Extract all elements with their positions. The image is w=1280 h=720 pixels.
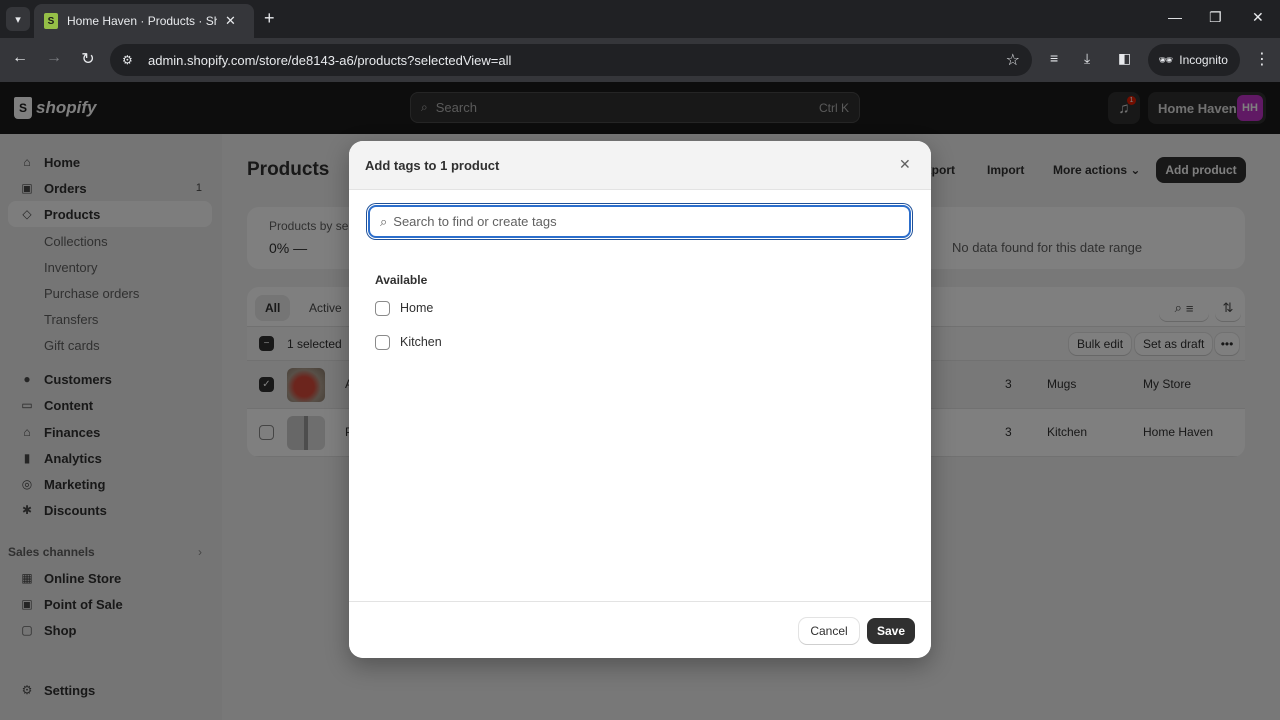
incognito-label: Incognito (1179, 53, 1228, 67)
side-panel-icon[interactable]: ◧ (1118, 50, 1131, 67)
browser-toolbar: ← → ↻ ⚙ admin.shopify.com/store/de8143-a… (0, 38, 1280, 82)
reload-icon[interactable]: ↻ (77, 49, 99, 69)
back-icon[interactable]: ← (9, 49, 31, 67)
tag-checkbox[interactable] (375, 300, 390, 316)
tag-search-field[interactable]: ⌕ (368, 205, 911, 238)
address-bar[interactable]: ⚙ admin.shopify.com/store/de8143-a6/prod… (110, 44, 1032, 76)
tag-checkbox[interactable] (375, 334, 390, 350)
restore-icon[interactable]: ❐ (1209, 9, 1222, 26)
browser-tab-bar: ▾ S Home Haven · Products · Shopify ✕ + … (0, 0, 1280, 38)
tab-close-icon[interactable]: ✕ (225, 13, 236, 29)
chevron-down-icon: ▾ (15, 13, 21, 26)
tab-search-button[interactable]: ▾ (6, 7, 30, 31)
modal-title: Add tags to 1 product (365, 158, 500, 173)
save-button[interactable]: Save (867, 618, 915, 644)
bookmark-star-icon[interactable]: ☆ (1006, 50, 1020, 70)
browser-tab-active[interactable]: S Home Haven · Products · Shopify ✕ (34, 4, 254, 38)
modal-header: Add tags to 1 product ✕ (349, 141, 931, 190)
media-controls-icon[interactable]: ≡ (1050, 50, 1058, 66)
tag-option-home[interactable]: Home (375, 298, 433, 318)
search-icon: ⌕ (380, 213, 388, 229)
tag-label: Kitchen (400, 335, 442, 349)
incognito-icon: 🕶 (1158, 53, 1174, 67)
tag-search-input[interactable] (393, 214, 874, 229)
new-tab-icon[interactable]: + (264, 8, 275, 29)
available-tags-label: Available (375, 273, 428, 287)
tab-title: Home Haven · Products · Shopify (67, 14, 217, 28)
tag-option-kitchen[interactable]: Kitchen (375, 332, 442, 352)
add-tags-modal: Add tags to 1 product ✕ ⌕ Available Home… (349, 141, 931, 658)
browser-menu-icon[interactable]: ⋮ (1254, 49, 1270, 69)
url-text[interactable]: admin.shopify.com/store/de8143-a6/produc… (148, 53, 511, 68)
window-close-icon[interactable]: ✕ (1252, 9, 1264, 26)
cancel-button[interactable]: Cancel (799, 618, 859, 644)
modal-footer: Cancel Save (349, 601, 931, 658)
forward-icon[interactable]: → (43, 49, 65, 67)
download-icon[interactable]: ⤓ (1084, 50, 1090, 67)
minimize-icon[interactable]: — (1168, 9, 1182, 25)
close-icon[interactable]: ✕ (899, 156, 911, 173)
tag-label: Home (400, 301, 434, 315)
shopify-favicon-icon: S (44, 13, 58, 29)
site-info-icon[interactable]: ⚙ (122, 53, 138, 67)
incognito-indicator[interactable]: 🕶 Incognito (1148, 44, 1240, 76)
